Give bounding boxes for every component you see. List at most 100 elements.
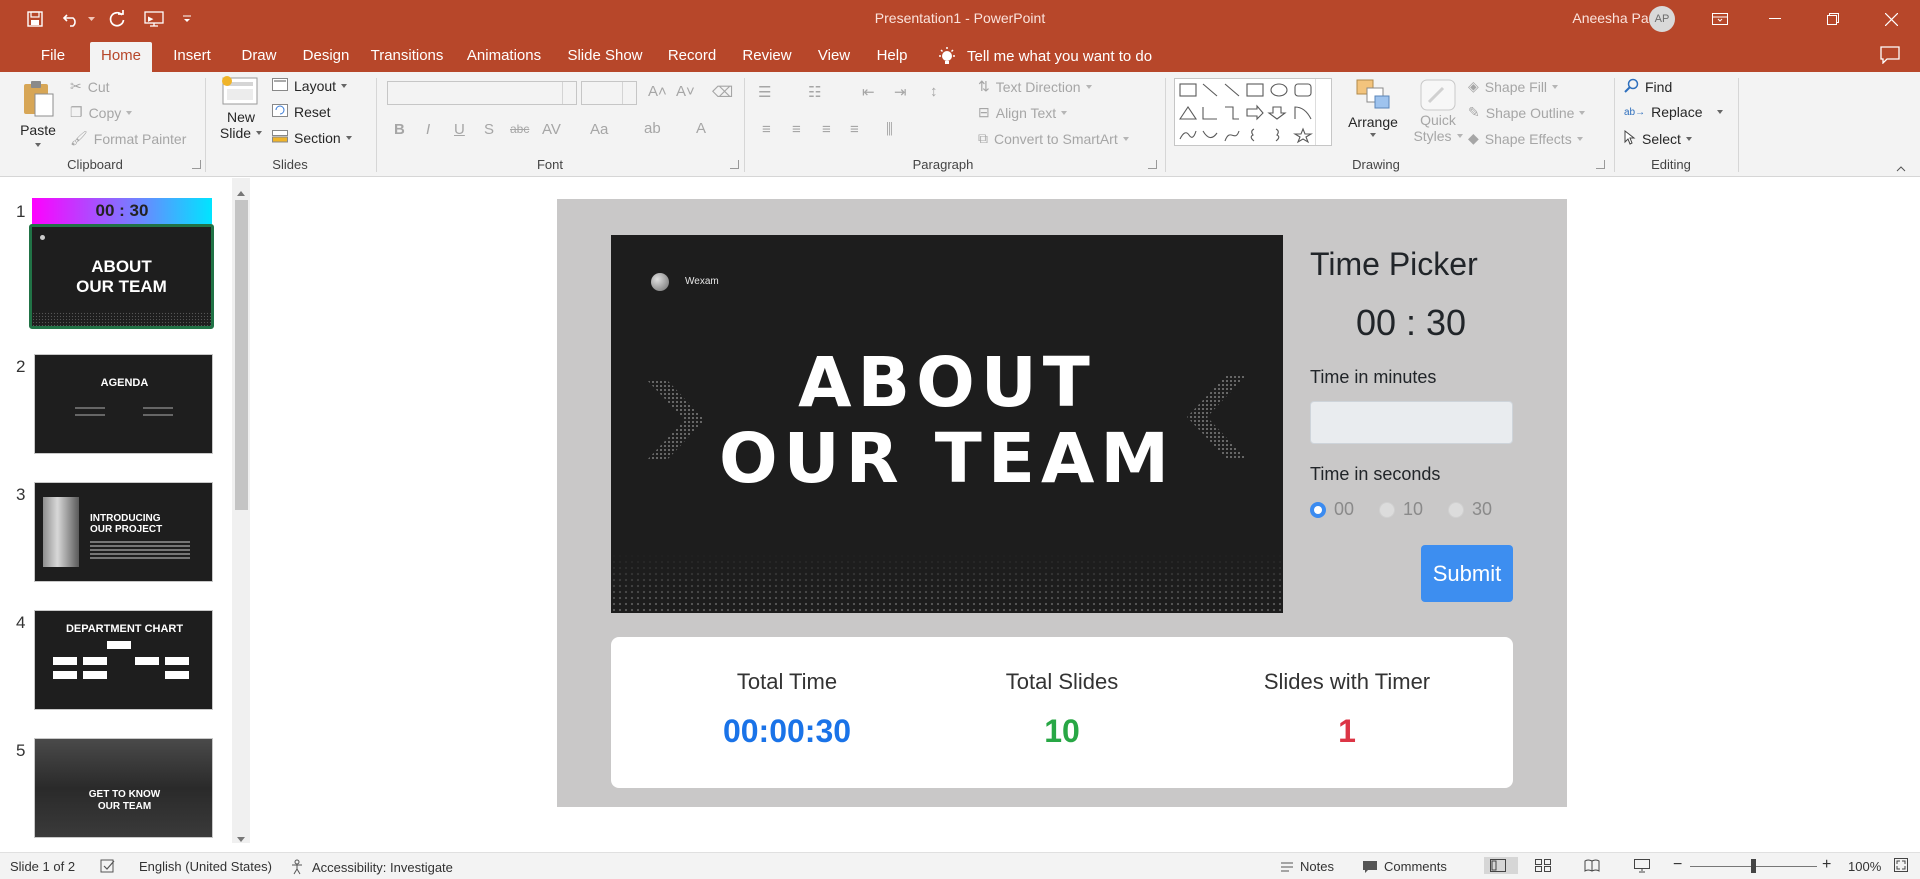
language[interactable]: English (United States) [139, 859, 272, 874]
increase-font-icon[interactable]: A˄ [648, 83, 667, 100]
highlight-color-icon[interactable]: ab [644, 120, 661, 137]
thumbnail-slide-4[interactable]: DEPARTMENT CHART [34, 610, 213, 710]
radio-button[interactable] [1379, 501, 1395, 518]
character-spacing-icon[interactable]: AV [542, 121, 561, 138]
main-slide-preview[interactable]: Wexam ABOUT OUR TEAM [611, 235, 1283, 613]
paste-button[interactable]: Paste [18, 78, 58, 147]
thumbnail-slide-2[interactable]: AGENDA [34, 354, 213, 454]
convert-smartart-button[interactable]: ⧉ Convert to SmartArt [978, 130, 1129, 147]
ribbon-display-options-icon[interactable] [1697, 0, 1743, 38]
comments-button[interactable]: Comments [1362, 859, 1447, 874]
align-center-icon[interactable]: ≡ [792, 121, 801, 138]
clear-formatting-icon[interactable]: ⌫ [712, 83, 733, 101]
format-painter-button[interactable]: 🖌 Format Painter [70, 130, 186, 147]
strikethrough-icon[interactable]: abc [510, 122, 529, 136]
notes-button[interactable]: Notes [1280, 859, 1334, 874]
shape-fill-button[interactable]: ◈ Shape Fill [1468, 78, 1559, 95]
normal-view-icon[interactable] [1484, 857, 1518, 874]
drawing-launcher-icon[interactable] [1596, 160, 1605, 169]
seconds-option-30[interactable]: 30 [1448, 499, 1492, 520]
font-size-combo[interactable] [581, 81, 637, 105]
align-right-icon[interactable]: ≡ [822, 121, 831, 138]
close-icon[interactable] [1868, 0, 1914, 38]
numbering-icon[interactable]: ☷ [808, 83, 821, 101]
align-left-icon[interactable]: ≡ [762, 121, 771, 138]
find-button[interactable]: Find [1624, 78, 1672, 96]
seconds-option-10[interactable]: 10 [1379, 499, 1423, 520]
tab-file[interactable]: File [33, 42, 73, 72]
tab-view[interactable]: View [810, 42, 858, 72]
layout-button[interactable]: Layout [272, 78, 348, 94]
decrease-indent-icon[interactable]: ⇤ [862, 83, 875, 101]
scroll-up-icon[interactable] [237, 184, 245, 199]
bold-icon[interactable]: B [394, 121, 405, 138]
tab-review[interactable]: Review [734, 42, 800, 72]
tab-help[interactable]: Help [868, 42, 916, 72]
fit-slide-icon[interactable] [1894, 858, 1914, 872]
italic-icon[interactable]: I [426, 121, 430, 138]
scroll-down-icon[interactable] [237, 830, 245, 845]
select-button[interactable]: Select [1624, 129, 1692, 148]
collapse-ribbon-icon[interactable] [1896, 160, 1906, 175]
tab-insert[interactable]: Insert [164, 42, 220, 72]
minutes-input[interactable] [1310, 401, 1513, 444]
tab-home[interactable]: Home [90, 42, 152, 72]
zoom-out-icon[interactable]: − [1673, 856, 1682, 874]
tab-transitions[interactable]: Transitions [364, 42, 450, 72]
font-name-combo[interactable] [387, 81, 577, 105]
text-direction-button[interactable]: ⇅ Text Direction [978, 78, 1092, 95]
radio-button[interactable] [1448, 501, 1464, 518]
tell-me-search[interactable]: Tell me what you want to do [936, 42, 1152, 72]
submit-button[interactable]: Submit [1421, 545, 1513, 602]
zoom-slider-thumb[interactable] [1751, 859, 1756, 873]
increase-indent-icon[interactable]: ⇥ [894, 83, 907, 101]
tab-record[interactable]: Record [660, 42, 724, 72]
shape-effects-button[interactable]: ◆ Shape Effects [1468, 130, 1583, 147]
new-slide-button[interactable]: New Slide [216, 76, 266, 141]
shapes-gallery[interactable] [1174, 78, 1332, 146]
decrease-font-icon[interactable]: A˅ [676, 83, 695, 100]
shape-outline-button[interactable]: ✎ Shape Outline [1468, 104, 1586, 121]
radio-button[interactable] [1310, 501, 1326, 518]
spell-check-icon[interactable] [100, 859, 122, 873]
minimize-icon[interactable] [1752, 0, 1798, 38]
bullets-icon[interactable]: ☰ [758, 83, 771, 101]
cut-button[interactable]: ✂ Cut [70, 78, 110, 95]
slide-show-view-icon[interactable] [1634, 859, 1656, 873]
quick-styles-button[interactable]: Quick Styles [1410, 78, 1466, 144]
reading-view-icon[interactable] [1584, 859, 1606, 872]
underline-icon[interactable]: U [454, 121, 465, 138]
columns-icon[interactable]: ⫼ [886, 121, 893, 138]
font-color-icon[interactable]: A [696, 120, 706, 137]
arrange-button[interactable]: Arrange [1344, 78, 1402, 137]
restore-icon[interactable] [1810, 0, 1856, 38]
comments-icon[interactable] [1880, 46, 1900, 67]
zoom-level[interactable]: 100% [1848, 859, 1881, 874]
line-spacing-icon[interactable]: ↕ [930, 83, 938, 100]
slide-sorter-icon[interactable] [1535, 859, 1557, 872]
accessibility-status[interactable]: Accessibility: Investigate [290, 859, 453, 875]
reset-button[interactable]: Reset [272, 104, 331, 120]
section-button[interactable]: Section [272, 130, 352, 146]
text-shadow-icon[interactable]: S [484, 121, 494, 138]
justify-icon[interactable]: ≡ [850, 121, 859, 138]
scrollbar-thumb[interactable] [235, 200, 248, 510]
replace-button[interactable]: ab→ Replace [1624, 104, 1723, 120]
thumbnail-scrollbar[interactable] [232, 178, 250, 843]
tab-draw[interactable]: Draw [234, 42, 284, 72]
align-text-button[interactable]: ⊟ Align Text [978, 104, 1068, 121]
paragraph-launcher-icon[interactable] [1148, 160, 1157, 169]
avatar[interactable]: AP [1649, 6, 1675, 32]
tab-design[interactable]: Design [296, 42, 356, 72]
seconds-option-00[interactable]: 00 [1310, 499, 1354, 520]
tab-animations[interactable]: Animations [458, 42, 550, 72]
clipboard-launcher-icon[interactable] [192, 160, 201, 169]
thumbnail-slide-5[interactable]: GET TO KNOW OUR TEAM [34, 738, 213, 838]
tab-slide-show[interactable]: Slide Show [560, 42, 650, 72]
thumbnail-slide-1[interactable]: ABOUT OUR TEAM [29, 224, 214, 329]
copy-button[interactable]: ❐ Copy [70, 104, 133, 121]
zoom-in-icon[interactable]: + [1822, 856, 1831, 874]
shapes-scroll[interactable] [1315, 79, 1331, 145]
thumbnail-slide-3[interactable]: INTRODUCING OUR PROJECT [34, 482, 213, 582]
font-launcher-icon[interactable] [730, 160, 739, 169]
